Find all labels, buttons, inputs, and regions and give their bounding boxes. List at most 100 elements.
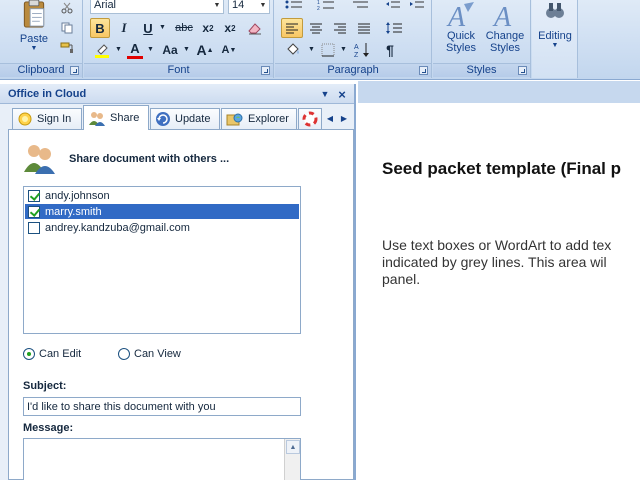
paragraph-launcher-icon[interactable] — [419, 66, 428, 75]
show-marks-button[interactable]: ¶ — [379, 40, 401, 60]
align-center-button[interactable] — [305, 18, 327, 38]
subject-label: Subject: — [23, 380, 67, 392]
user-name: andy.johnson — [45, 189, 110, 202]
align-right-button[interactable] — [329, 18, 351, 38]
copy-button[interactable] — [58, 20, 76, 36]
justify-button[interactable] — [353, 18, 375, 38]
tab-share-label: Share — [110, 112, 140, 124]
svg-text:A: A — [492, 2, 512, 30]
strikethrough-button[interactable]: abc — [172, 18, 196, 38]
font-color-label: A — [130, 40, 140, 56]
can-view-option[interactable]: Can View — [118, 348, 181, 360]
document-body-line: Use text boxes or WordArt to add tex — [382, 237, 612, 253]
strikethrough-label: abc — [175, 22, 193, 34]
message-scrollbar[interactable]: ▲ — [284, 439, 300, 480]
grow-font-button[interactable]: A ▲ — [194, 40, 216, 60]
tab-explorer-label: Explorer — [248, 113, 289, 125]
italic-button[interactable]: I — [114, 18, 134, 38]
can-view-radio[interactable] — [118, 348, 130, 360]
user-checkbox[interactable] — [28, 205, 40, 218]
svg-text:A: A — [354, 44, 359, 51]
line-spacing-button[interactable] — [381, 18, 407, 38]
pilcrow-icon: ¶ — [386, 42, 394, 58]
tab-update[interactable]: Update — [150, 108, 220, 129]
superscript-button[interactable]: x2 — [220, 18, 240, 38]
paste-icon — [23, 0, 45, 28]
editing-button[interactable]: Editing ▼ — [534, 0, 576, 76]
shrink-font-label: A — [221, 44, 230, 56]
bold-label: B — [95, 20, 105, 36]
underline-button[interactable]: U — [138, 18, 158, 38]
borders-dropdown-icon[interactable]: ▼ — [340, 46, 347, 53]
task-pane-menu-icon[interactable]: ▼ — [318, 87, 332, 101]
align-left-button[interactable] — [281, 18, 303, 38]
tab-scroll-left-icon[interactable]: ◀ — [324, 110, 336, 126]
multilevel-list-button[interactable] — [347, 0, 373, 16]
highlight-dropdown-icon[interactable]: ▼ — [115, 46, 122, 53]
share-user-list[interactable]: andy.johnson marry.smith andrey.kandzuba… — [23, 186, 301, 334]
change-case-dropdown-icon[interactable]: ▼ — [183, 46, 190, 53]
font-group: Arial ▼ 14 ▼ B I U ▼ abc x2 x2 ▼ A ▼ Aa … — [84, 0, 274, 78]
tab-share[interactable]: Share — [83, 105, 149, 130]
can-edit-radio[interactable] — [23, 348, 35, 360]
change-styles-button[interactable]: A Change Styles — [483, 0, 527, 62]
bold-button[interactable]: B — [90, 18, 110, 38]
paste-dropdown-icon[interactable]: ▼ — [31, 45, 38, 52]
font-color-button[interactable]: A — [124, 40, 146, 60]
paste-button[interactable]: Paste ▼ — [12, 0, 56, 52]
svg-text:Z: Z — [354, 52, 359, 58]
share-users-icon — [24, 145, 55, 174]
font-color-dropdown-icon[interactable]: ▼ — [147, 46, 154, 53]
user-checkbox[interactable] — [28, 189, 40, 202]
subject-input[interactable] — [23, 397, 301, 416]
font-size-dropdown-icon[interactable]: ▼ — [257, 0, 269, 13]
font-name-dropdown-icon[interactable]: ▼ — [211, 0, 223, 13]
font-launcher-icon[interactable] — [261, 66, 270, 75]
font-name-combo[interactable]: Arial ▼ — [90, 0, 224, 14]
sort-button[interactable]: AZ — [351, 40, 373, 60]
highlight-button[interactable] — [90, 40, 114, 60]
styles-launcher-icon[interactable] — [518, 66, 527, 75]
document-page[interactable]: Seed packet template (Final p Use text b… — [358, 81, 640, 480]
cut-button[interactable] — [58, 0, 76, 16]
numbering-button[interactable]: 12 — [313, 0, 339, 16]
document-body-line: panel. — [382, 271, 421, 287]
document-body-line: indicated by grey lines. This area wil — [382, 254, 607, 270]
editing-dropdown-icon[interactable]: ▼ — [552, 42, 559, 49]
share-panel: Share document with others ... andy.john… — [8, 129, 354, 480]
task-pane-close-icon[interactable]: × — [335, 87, 349, 102]
borders-button[interactable] — [317, 40, 339, 60]
underline-dropdown-icon[interactable]: ▼ — [159, 24, 166, 31]
increase-indent-button[interactable] — [407, 0, 427, 16]
tab-help[interactable] — [298, 108, 322, 129]
subscript-button[interactable]: x2 — [198, 18, 218, 38]
decrease-indent-icon — [386, 1, 400, 8]
message-textarea[interactable]: ▲ — [23, 438, 301, 480]
user-row[interactable]: andrey.kandzuba@gmail.com — [25, 220, 299, 235]
change-styles-icon: A — [492, 2, 512, 30]
shading-dropdown-icon[interactable]: ▼ — [308, 46, 315, 53]
user-row[interactable]: marry.smith — [25, 204, 299, 219]
paste-label: Paste — [19, 33, 49, 45]
user-checkbox[interactable] — [28, 221, 40, 234]
paragraph-group: 12 ▼ ▼ A Z ¶ Paragraph — [275, 0, 432, 78]
change-case-button[interactable]: Aa — [158, 40, 182, 60]
bullets-button[interactable] — [281, 0, 307, 16]
numbering-icon: 12 — [317, 0, 334, 12]
clear-formatting-button[interactable] — [244, 18, 266, 38]
tab-explorer[interactable]: Explorer — [221, 108, 297, 129]
sort-icon: AZ — [354, 43, 369, 58]
tab-scroll-right-icon[interactable]: ▶ — [338, 110, 350, 126]
scroll-up-icon[interactable]: ▲ — [286, 440, 300, 454]
font-size-combo[interactable]: 14 ▼ — [228, 0, 270, 14]
clipboard-launcher-icon[interactable] — [70, 66, 79, 75]
task-pane: Office in Cloud ▼ × Sign In Share Update… — [0, 84, 356, 480]
format-painter-button[interactable] — [58, 40, 76, 56]
tab-sign-in[interactable]: Sign In — [12, 108, 82, 129]
decrease-indent-button[interactable] — [383, 0, 403, 16]
can-edit-option[interactable]: Can Edit — [23, 348, 81, 360]
user-row[interactable]: andy.johnson — [25, 188, 299, 203]
quick-styles-button[interactable]: A Quick Styles — [439, 0, 483, 62]
shrink-font-button[interactable]: A ▼ — [218, 40, 240, 60]
shading-button[interactable] — [281, 40, 307, 60]
